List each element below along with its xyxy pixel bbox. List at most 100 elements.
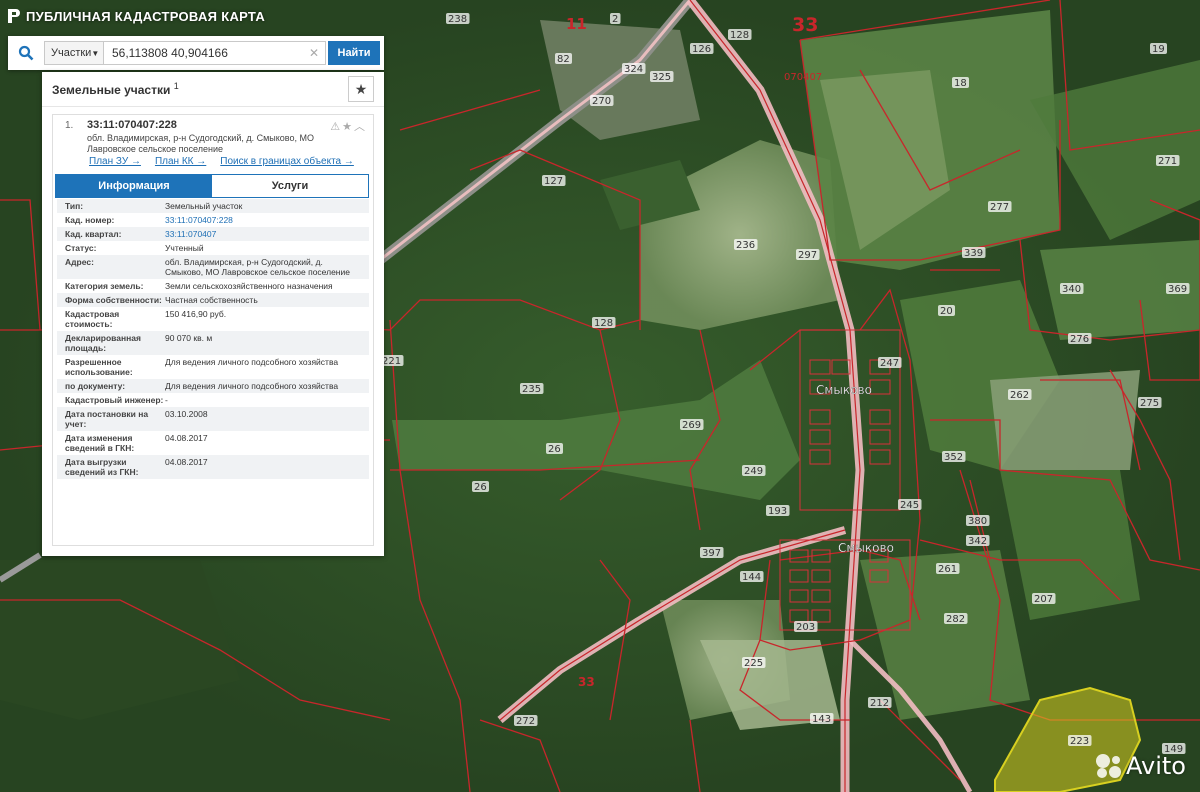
info-value: 04.08.2017 [165, 433, 208, 443]
parcel-number-label[interactable]: 221 [382, 356, 401, 367]
info-row: Форма собственности: Частная собственност… [57, 293, 369, 307]
info-key: Дата изменения сведений в ГКН: [65, 433, 135, 453]
clear-icon[interactable]: ✕ [309, 46, 319, 60]
info-value: обл. Владимирская, р-н Судогодский, д. С… [165, 257, 350, 277]
tab-services[interactable]: Услуги [212, 175, 368, 197]
search-query: 56,113808 40,904166 [112, 46, 228, 60]
village-label: Смыково [838, 541, 894, 555]
parcel-number-label[interactable]: 144 [742, 572, 761, 583]
info-key: Кадастровый инженер: [65, 395, 164, 405]
search-type-select[interactable]: Участки ▼ [44, 41, 104, 65]
app-title: ПУБЛИЧНАЯ КАДАСТРОВАЯ КАРТА [26, 8, 266, 24]
parcel-number-label[interactable]: 272 [516, 716, 535, 727]
parcel-number-label[interactable]: 207 [1034, 594, 1053, 605]
parcel-number-label[interactable]: 261 [938, 564, 957, 575]
parcel-number-label[interactable]: 223 [1070, 736, 1089, 747]
info-row: Категория земель: Земли сельскохозяйствен… [57, 279, 369, 293]
big-label: 11 [566, 15, 587, 33]
parcel-number-label[interactable]: 277 [990, 202, 1009, 213]
avito-word: Avito [1126, 752, 1186, 780]
parcel-number-label[interactable]: 128 [730, 30, 749, 41]
info-row: Кадастровый инженер: - [57, 393, 369, 407]
village-label: Смыково [816, 383, 872, 397]
parcel-number-label[interactable]: 270 [592, 96, 611, 107]
parcel-number-label[interactable]: 20 [940, 306, 953, 317]
parcel-number-label[interactable]: 339 [964, 248, 983, 259]
logo-icon [8, 9, 20, 23]
parcel-number-label[interactable]: 203 [796, 622, 815, 633]
parcel-number-label[interactable]: 26 [474, 482, 487, 493]
parcel-number-label[interactable]: 82 [557, 54, 570, 65]
info-key: Кадастровая стоимость: [65, 309, 120, 329]
parcel-number-label[interactable]: 2 [612, 14, 618, 25]
info-value[interactable]: 33:11:070407:228 [165, 215, 369, 225]
parcel-number-label[interactable]: 128 [594, 318, 613, 329]
info-key: Статус: [65, 243, 97, 253]
info-value: Частная собственность [165, 295, 258, 305]
parcel-number-label[interactable]: 369 [1168, 284, 1187, 295]
info-row: Адрес: обл. Владимирская, р-н Судогодский… [57, 255, 369, 279]
parcel-number-label[interactable]: 324 [624, 64, 643, 75]
info-key: Адрес: [65, 257, 94, 267]
parcel-number-label[interactable]: 235 [522, 384, 541, 395]
info-value: Для ведения личного подсобного хозяйства [165, 381, 339, 391]
search-button[interactable]: Найти [328, 41, 380, 65]
info-key: Декларированная площадь: [65, 333, 141, 353]
search-in-bounds-link[interactable]: Поиск в границах объекта → [220, 156, 354, 167]
plan-kk-link[interactable]: План КК → [155, 156, 206, 167]
parcel-number-label[interactable]: 247 [880, 358, 899, 369]
warning-icon[interactable]: ⚠ [330, 121, 342, 133]
parcel-number-label[interactable]: 340 [1062, 284, 1081, 295]
parcel-number-label[interactable]: 276 [1070, 334, 1089, 345]
info-key: Дата постановки на учет: [65, 409, 149, 429]
tab-information[interactable]: Информация [56, 175, 212, 197]
info-row: Декларированная площадь: 90 070 кв. м [57, 331, 369, 355]
parcel-number-label[interactable]: 18 [954, 78, 967, 89]
info-row: Кад. номер: 33:11:070407:228 [57, 213, 369, 227]
parcel-number-label[interactable]: 245 [900, 500, 919, 511]
search-icon[interactable] [12, 39, 40, 67]
info-key: Категория земель: [65, 281, 144, 291]
parcel-number-label[interactable]: 397 [702, 548, 721, 559]
result-count: 1 [173, 81, 179, 91]
info-value: Учтенный [165, 243, 204, 253]
parcel-number-label[interactable]: 238 [448, 14, 467, 25]
parcel-number-label[interactable]: 19 [1152, 44, 1165, 55]
parcel-number-label[interactable]: 143 [812, 714, 831, 725]
info-value[interactable]: 33:11:070407 [165, 229, 369, 239]
info-row: Разрешенное использование: Для ведения ли… [57, 355, 369, 379]
star-icon: ★ [354, 80, 368, 97]
parcel-number-label[interactable]: 297 [798, 250, 817, 261]
info-key: Кад. номер: [65, 215, 115, 225]
favorite-star-button[interactable]: ★ [348, 76, 374, 102]
app-header: ПУБЛИЧНАЯ КАДАСТРОВАЯ КАРТА [0, 0, 420, 32]
parcel-number-label[interactable]: 262 [1010, 390, 1029, 401]
parcel-card: 1. 33:11:070407:228 ⚠★︿ обл. Владимирска… [52, 114, 374, 546]
parcel-number-label[interactable]: 269 [682, 420, 701, 431]
chevron-up-icon[interactable]: ︿ [354, 121, 367, 133]
card-tabs: Информация Услуги [55, 174, 369, 198]
parcel-number-label[interactable]: 271 [1158, 156, 1177, 167]
star-icon[interactable]: ★ [342, 121, 354, 133]
parcel-number-label[interactable]: 325 [652, 72, 671, 83]
parcel-number-label[interactable]: 225 [744, 658, 763, 669]
parcel-number-label[interactable]: 249 [744, 466, 763, 477]
parcel-number-label[interactable]: 380 [968, 516, 987, 527]
parcel-number-label[interactable]: 127 [544, 176, 563, 187]
plan-zu-link[interactable]: План ЗУ → [89, 156, 141, 167]
parcel-number-label[interactable]: 275 [1140, 398, 1159, 409]
parcel-number-label[interactable]: 26 [548, 444, 561, 455]
search-input[interactable]: 56,113808 40,904166 ✕ [104, 41, 326, 65]
parcel-number-label[interactable]: 282 [946, 614, 965, 625]
parcel-number-label[interactable]: 236 [736, 240, 755, 251]
info-key: по документу: [65, 381, 126, 391]
parcel-number-label[interactable]: 212 [870, 698, 889, 709]
info-key: Разрешенное использование: [65, 357, 133, 377]
parcel-number-label[interactable]: 342 [968, 536, 987, 547]
big-label: 33 [578, 675, 595, 689]
parcel-number-label[interactable]: 193 [768, 506, 787, 517]
parcel-number-label[interactable]: 352 [944, 452, 963, 463]
parcel-number-label[interactable]: 126 [692, 44, 711, 55]
results-panel: Земельные участки 1 ★ 1. 33:11:070407:22… [42, 72, 384, 556]
cad-number-title[interactable]: 33:11:070407:228 [87, 119, 177, 131]
